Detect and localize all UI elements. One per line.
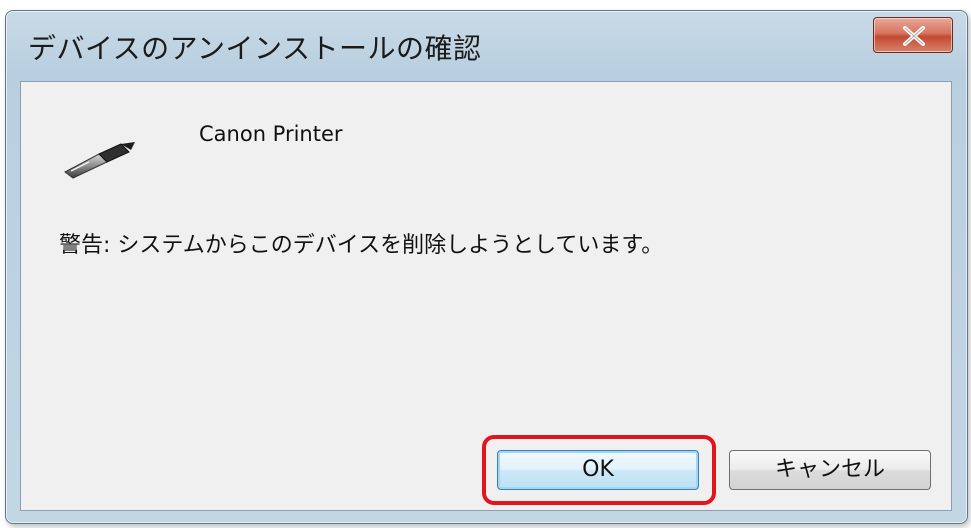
device-name: Canon Printer [199,122,343,146]
ok-button[interactable]: OK [497,450,699,490]
uninstall-confirm-dialog: デバイスのアンインストールの確認 Canon Printer 警告: システムか… [5,10,968,524]
dialog-content: Canon Printer 警告: システムからこのデバイスを削除しようとしてい… [20,81,952,511]
close-icon [903,26,925,46]
warning-message: 警告: システムからこのデバイスを削除しようとしています。 [59,233,664,258]
close-button[interactable] [873,17,953,53]
cancel-button[interactable]: キャンセル [729,450,931,490]
title-bar: デバイスのアンインストールの確認 [6,11,967,81]
dialog-title: デバイスのアンインストールの確認 [28,32,482,65]
usb-connector-icon [59,140,139,184]
